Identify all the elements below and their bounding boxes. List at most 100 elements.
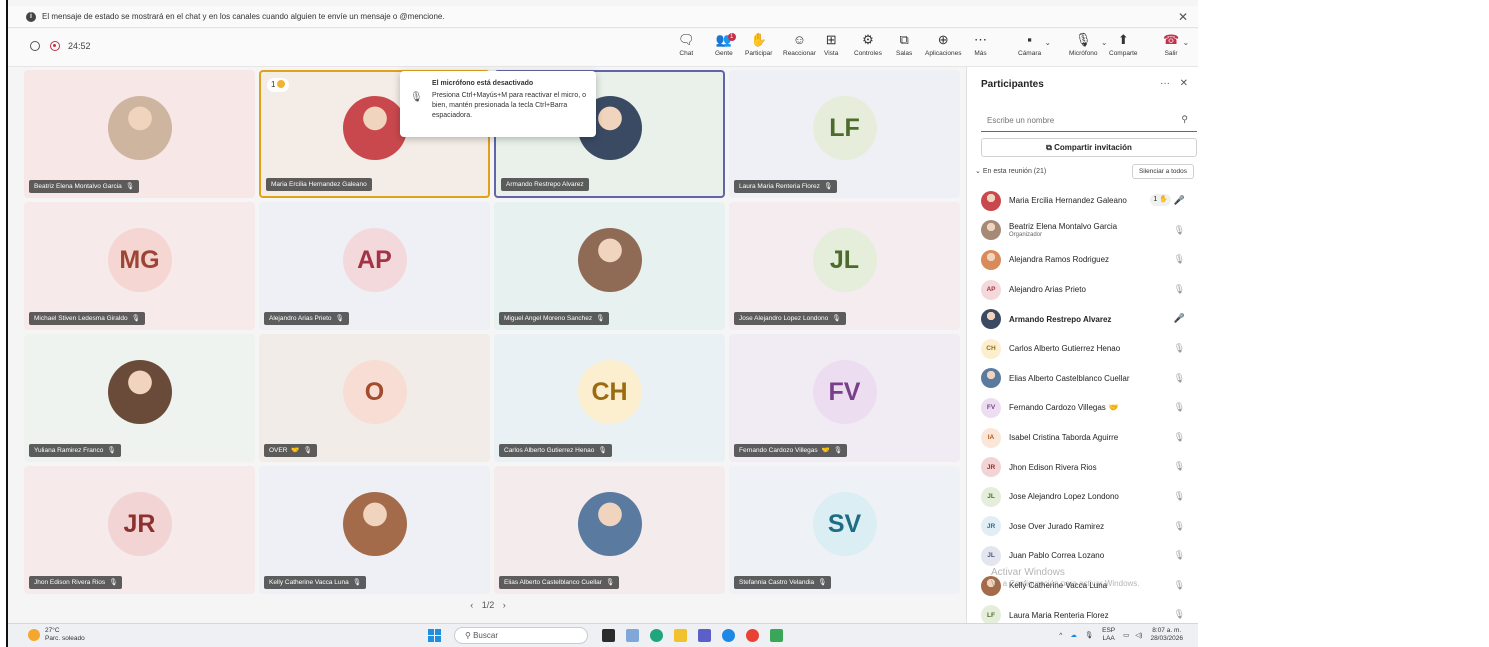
mic-off-icon[interactable]: 🎙 bbox=[1174, 550, 1185, 561]
mic-on-icon[interactable]: 🎤 bbox=[1174, 313, 1185, 324]
mic-off-icon[interactable]: 🎙 bbox=[1174, 521, 1185, 532]
mic-off-icon[interactable]: 🎙 bbox=[1174, 580, 1185, 591]
participant-row[interactable]: IA Isabel Cristina Taborda Aguirre 🎙 bbox=[967, 423, 1198, 453]
initials-avatar: FV bbox=[812, 360, 877, 424]
task-view-icon[interactable] bbox=[602, 629, 615, 642]
controls-button[interactable]: ⚙ Controles bbox=[854, 32, 882, 57]
chat-button[interactable]: 🗨 Chat bbox=[678, 32, 695, 57]
video-tile[interactable]: CH Carlos Alberto Gutierrez Henao 🎙 bbox=[494, 334, 725, 462]
volume-icon[interactable]: ◁) bbox=[1135, 631, 1142, 639]
participant-row[interactable]: JL Jose Alejandro Lopez Londono 🎙 bbox=[967, 482, 1198, 512]
people-button[interactable]: 👥 1 Gente bbox=[715, 32, 736, 57]
video-tile[interactable]: Beatriz Elena Montalvo Garcia 🎙 bbox=[24, 70, 255, 198]
chevron-left-icon[interactable]: ‹ bbox=[470, 600, 473, 610]
video-tile[interactable]: MG Michael Stiven Ledesma Giraldo 🎙 bbox=[24, 202, 255, 330]
mic-button[interactable]: 🎙 ⌄ Micrófono bbox=[1069, 32, 1108, 57]
share-invite-button[interactable]: ⧉ Compartir invitación bbox=[981, 138, 1197, 157]
hands-icon: 🤝 bbox=[821, 447, 830, 454]
mic-off-icon[interactable]: 🎙 bbox=[1174, 254, 1185, 265]
participant-name-wrap: Fernando Cardozo Villegas 🤝 bbox=[1009, 403, 1119, 412]
participant-name: Jose Alejandro Lopez Londono bbox=[739, 315, 829, 322]
mic-off-icon[interactable]: 🎙 bbox=[1174, 343, 1185, 354]
video-tile[interactable]: Kelly Catherine Vacca Luna 🎙 bbox=[259, 466, 490, 594]
video-tile[interactable]: Elias Alberto Castelblanco Cuellar 🎙 bbox=[494, 466, 725, 594]
weather-widget[interactable]: 27°C Parc. soleado bbox=[28, 627, 85, 643]
video-tile[interactable]: AP Alejandro Arias Prieto 🎙 bbox=[259, 202, 490, 330]
participant-row[interactable]: AP Alejandro Arias Prieto 🎙 bbox=[967, 275, 1198, 305]
in-meeting-section[interactable]: ⌄ En esta reunión (21) bbox=[975, 167, 1046, 175]
teams-icon[interactable] bbox=[698, 629, 711, 642]
video-tile[interactable]: JL Jose Alejandro Lopez Londono 🎙 bbox=[729, 202, 960, 330]
participant-row[interactable]: Maria Ercilia Hernandez Galeano 1 ✋ 🎤 bbox=[967, 186, 1198, 216]
camera-button[interactable]: ▪ ⌄ Cámara bbox=[1018, 32, 1051, 57]
taskbar-search[interactable]: ⚲ Buscar bbox=[454, 627, 588, 644]
mic-off-icon[interactable]: 🎙 bbox=[1085, 631, 1093, 639]
participant-name-wrap: Jose Alejandro Lopez Londono bbox=[1009, 492, 1119, 501]
mic-off-icon[interactable]: 🎙 bbox=[1174, 225, 1185, 236]
video-tile[interactable]: FV Fernando Cardozo Villegas 🤝 🎙 bbox=[729, 334, 960, 462]
apps-button[interactable]: ⊕ Aplicaciones bbox=[925, 32, 962, 57]
app-icon[interactable] bbox=[770, 629, 783, 642]
file-icon[interactable] bbox=[626, 629, 639, 642]
view-button[interactable]: ⊞ Vista bbox=[824, 32, 838, 57]
leave-button[interactable]: ☎ ⌄ Salir bbox=[1163, 32, 1189, 57]
share-button[interactable]: ⬆ Comparte bbox=[1109, 32, 1138, 57]
mic-off-icon: 🎙 bbox=[832, 315, 841, 322]
teams-window: i El mensaje de estado se mostrará en el… bbox=[6, 0, 1198, 647]
onedrive-icon[interactable]: ☁ bbox=[1070, 631, 1077, 639]
participant-name: Fernando Cardozo Villegas bbox=[739, 447, 818, 454]
mic-off-icon[interactable]: 🎙 bbox=[1174, 284, 1185, 295]
language-indicator[interactable]: ESP LAA bbox=[1102, 627, 1115, 643]
more-button[interactable]: ⋯ Más bbox=[974, 32, 987, 57]
participant-avatar bbox=[981, 190, 1001, 211]
chevron-down-icon[interactable]: ⌄ bbox=[1101, 38, 1108, 47]
mic-off-icon[interactable]: 🎙 bbox=[1174, 373, 1185, 384]
mic-off-icon[interactable]: 🎙 bbox=[1174, 402, 1185, 413]
raise-hand-button[interactable]: ✋ Participar bbox=[745, 32, 772, 57]
windows-taskbar: 27°C Parc. soleado ⚲ Buscar ^ ☁ 🎙 ESP LA… bbox=[8, 623, 1198, 647]
participant-name: Alejandro Arias Prieto bbox=[269, 315, 332, 322]
video-tile[interactable]: JR Jhon Edison Rivera Rios 🎙 bbox=[24, 466, 255, 594]
close-panel-icon[interactable]: ✕ bbox=[1180, 78, 1188, 89]
participant-row[interactable]: JR Jhon Edison Rivera Rios 🎙 bbox=[967, 452, 1198, 482]
react-button[interactable]: ☺ Reaccionar bbox=[783, 32, 816, 57]
chevron-up-icon[interactable]: ^ bbox=[1059, 632, 1062, 639]
mic-off-icon[interactable]: 🎙 bbox=[1174, 432, 1185, 443]
clock[interactable]: 8:07 a. m. 28/03/2026 bbox=[1150, 627, 1183, 643]
browser-icon[interactable] bbox=[722, 629, 735, 642]
windows-start-icon[interactable] bbox=[428, 629, 441, 642]
more-options-icon[interactable]: ··· bbox=[1160, 78, 1170, 89]
mic-off-icon[interactable]: 🎙 bbox=[1174, 461, 1185, 472]
participant-row[interactable]: CH Carlos Alberto Gutierrez Henao 🎙 bbox=[967, 334, 1198, 364]
mic-label: Micrófono bbox=[1069, 50, 1098, 57]
participant-search-input[interactable] bbox=[981, 110, 1197, 132]
participant-row[interactable]: Beatriz Elena Montalvo Garcia Organizador… bbox=[967, 216, 1198, 246]
video-tile[interactable]: Yuliana Ramirez Franco 🎙 bbox=[24, 334, 255, 462]
mic-off-icon[interactable]: 🎙 bbox=[1174, 609, 1185, 620]
banner-close-icon[interactable]: ✕ bbox=[1178, 10, 1188, 24]
search-icon[interactable]: ⚲ bbox=[1181, 114, 1188, 125]
meeting-info-icon[interactable] bbox=[30, 41, 40, 51]
chevron-down-icon[interactable]: ⌄ bbox=[1183, 38, 1190, 47]
mic-off-icon[interactable]: 🎙 bbox=[1174, 491, 1185, 502]
video-tile[interactable]: LF Laura Maria Renteria Florez 🎙 bbox=[729, 70, 960, 198]
mute-all-button[interactable]: Silenciar a todos bbox=[1131, 164, 1194, 179]
chrome-icon[interactable] bbox=[746, 629, 759, 642]
display-icon[interactable]: ▭ bbox=[1123, 631, 1129, 639]
folder-icon[interactable] bbox=[674, 629, 687, 642]
video-tile[interactable]: O OVER 🤝 🎙 bbox=[259, 334, 490, 462]
participant-row[interactable]: Armando Restrepo Alvarez 🎤 bbox=[967, 304, 1198, 334]
video-tile[interactable]: SV Stefannia Castro Velandia 🎙 bbox=[729, 466, 960, 594]
rooms-button[interactable]: ⧉ Salas bbox=[896, 32, 912, 57]
participant-row[interactable]: JR Jose Over Jurado Ramirez 🎙 bbox=[967, 512, 1198, 542]
edge-icon[interactable] bbox=[650, 629, 663, 642]
video-tile[interactable]: Miguel Angel Moreno Sanchez 🎙 bbox=[494, 202, 725, 330]
raised-hand-badge: 1 ✋ bbox=[1150, 194, 1171, 206]
chevron-down-icon[interactable]: ⌄ bbox=[1044, 38, 1051, 47]
participant-row[interactable]: Alejandra Ramos Rodriguez 🎙 bbox=[967, 245, 1198, 275]
mic-on-icon[interactable]: 🎤 bbox=[1174, 195, 1185, 206]
participant-row[interactable]: FV Fernando Cardozo Villegas 🤝 🎙 bbox=[967, 393, 1198, 423]
chevron-right-icon[interactable]: › bbox=[503, 600, 506, 610]
panel-title: Participantes bbox=[981, 79, 1044, 90]
participant-row[interactable]: Elias Alberto Castelblanco Cuellar 🎙 bbox=[967, 364, 1198, 394]
